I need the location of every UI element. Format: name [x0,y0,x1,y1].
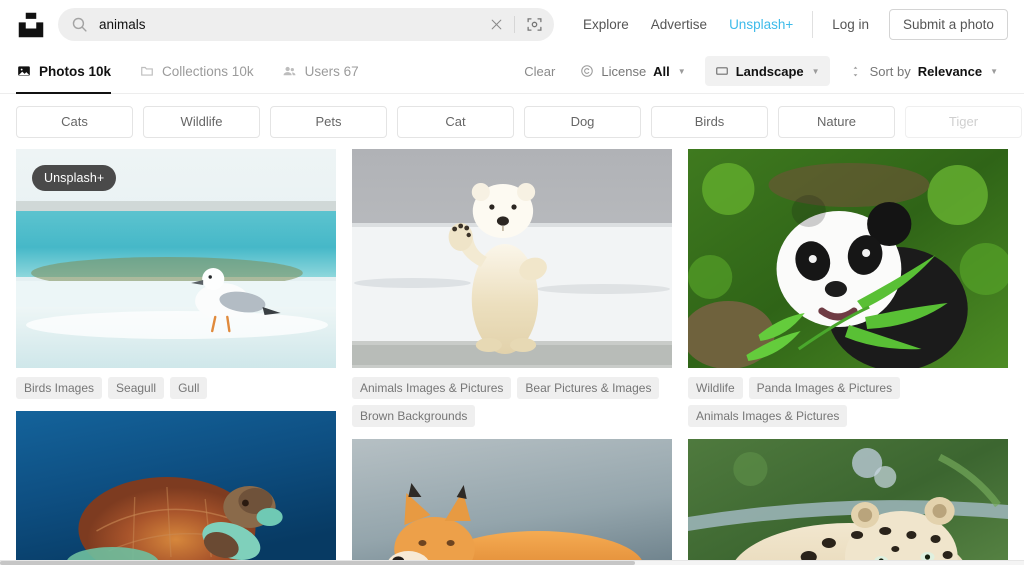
users-icon [282,64,297,79]
tag-chip[interactable]: Gull [170,377,207,399]
tag-chip[interactable]: Animals Images & Pictures [352,377,511,399]
related-chip-dog[interactable]: Dog [524,106,641,138]
tab-collections-label: Collections 10k [162,64,254,79]
unsplash-plus-badge: Unsplash+ [32,165,116,191]
grid-column: Animals Images & Pictures Bear Pictures … [352,149,672,564]
chevron-down-icon: ▼ [990,67,998,76]
photo-card: Wildlife Panda Images & Pictures Animals… [688,149,1008,427]
license-filter-value: All [653,64,670,79]
photo-card [16,411,336,564]
photo-card [352,439,672,564]
chevron-down-icon: ▼ [812,67,820,76]
tag-chip[interactable]: Panda Images & Pictures [749,377,900,399]
login-link[interactable]: Log in [832,17,869,32]
photo-panda-eating-bamboo[interactable] [688,149,1008,368]
unsplash-logo[interactable] [16,10,46,40]
search-icon [71,16,88,33]
sort-filter-button[interactable]: Sort by Relevance ▼ [839,56,1008,86]
tab-users[interactable]: Users 67 [282,49,359,93]
tag-chip[interactable]: Wildlife [688,377,743,399]
search-bar[interactable] [58,8,554,41]
image-icon [16,64,31,79]
nav-item-advertise[interactable]: Advertise [651,17,707,32]
photo-image [688,439,1008,564]
orientation-filter-value: Landscape [736,64,804,79]
sort-filter-value: Relevance [918,64,982,79]
nav-item-explore[interactable]: Explore [583,17,629,32]
tag-chip[interactable]: Birds Images [16,377,102,399]
search-divider [514,16,515,33]
related-chip-birds[interactable]: Birds [651,106,768,138]
copyright-icon [580,64,594,78]
submit-photo-button[interactable]: Submit a photo [889,9,1008,40]
tab-collections[interactable]: Collections 10k [139,49,254,93]
related-chip-cats[interactable]: Cats [16,106,133,138]
orientation-filter-button[interactable]: Landscape ▼ [705,56,830,86]
visual-search-icon[interactable] [522,13,546,37]
result-type-tabs: Photos 10k Collections 10k Users 67 [16,49,359,93]
license-filter-label: License [601,64,646,79]
related-chip-pets[interactable]: Pets [270,106,387,138]
photo-card [688,439,1008,564]
photo-red-fox[interactable] [352,439,672,564]
photo-tags: Wildlife Panda Images & Pictures Animals… [688,377,1008,427]
photo-seagull-on-beach[interactable]: Unsplash+ [16,149,336,368]
site-header: Explore Advertise Unsplash+ Log in Submi… [0,0,1024,49]
photo-leopard-resting[interactable] [688,439,1008,564]
photo-card: Unsplash+ Birds Images Seagull Gull [16,149,336,399]
tab-users-label: Users 67 [305,64,359,79]
tag-chip[interactable]: Brown Backgrounds [352,405,475,427]
clear-search-icon[interactable] [485,14,507,36]
chevron-down-icon: ▼ [678,67,686,76]
sort-arrows-icon [849,64,863,78]
clear-filters-button[interactable]: Clear [524,64,555,79]
photo-image [352,439,672,564]
grid-column: Wildlife Panda Images & Pictures Animals… [688,149,1008,564]
tag-chip[interactable]: Seagull [108,377,164,399]
photo-image [16,411,336,564]
photo-image [352,149,672,368]
photo-grid: Unsplash+ Birds Images Seagull Gull [0,149,1024,564]
license-filter-button[interactable]: License All ▼ [570,56,695,86]
filter-bar: Photos 10k Collections 10k Users 67 Clea… [0,49,1024,94]
photo-image [688,149,1008,368]
photo-tags: Birds Images Seagull Gull [16,377,336,399]
sort-filter-label: Sort by [870,64,911,79]
related-chip-wildlife[interactable]: Wildlife [143,106,260,138]
scrollbar-thumb[interactable] [0,561,635,565]
grid-column: Unsplash+ Birds Images Seagull Gull [16,149,336,564]
folder-icon [139,64,154,79]
tag-chip[interactable]: Bear Pictures & Images [517,377,659,399]
search-input[interactable] [88,17,485,32]
related-chip-nature[interactable]: Nature [778,106,895,138]
tab-photos[interactable]: Photos 10k [16,49,111,93]
tag-chip[interactable]: Animals Images & Pictures [688,405,847,427]
landscape-rect-icon [715,64,729,78]
photo-tags: Animals Images & Pictures Bear Pictures … [352,377,672,427]
photo-polar-bear-standing-on-snow[interactable] [352,149,672,368]
header-divider [812,11,813,38]
photo-sea-turtle-underwater[interactable] [16,411,336,564]
photo-card: Animals Images & Pictures Bear Pictures … [352,149,672,427]
related-chip-cat[interactable]: Cat [397,106,514,138]
nav-item-unsplash-plus[interactable]: Unsplash+ [729,17,793,32]
horizontal-scrollbar[interactable] [0,560,1024,565]
related-chip-tiger[interactable]: Tiger [905,106,1022,138]
tab-photos-label: Photos 10k [39,64,111,79]
filter-controls: Clear License All ▼ Landscape ▼ [524,56,1008,86]
primary-nav: Explore Advertise Unsplash+ [583,17,793,32]
related-searches: Cats Wildlife Pets Cat Dog Birds Nature … [0,94,1024,149]
